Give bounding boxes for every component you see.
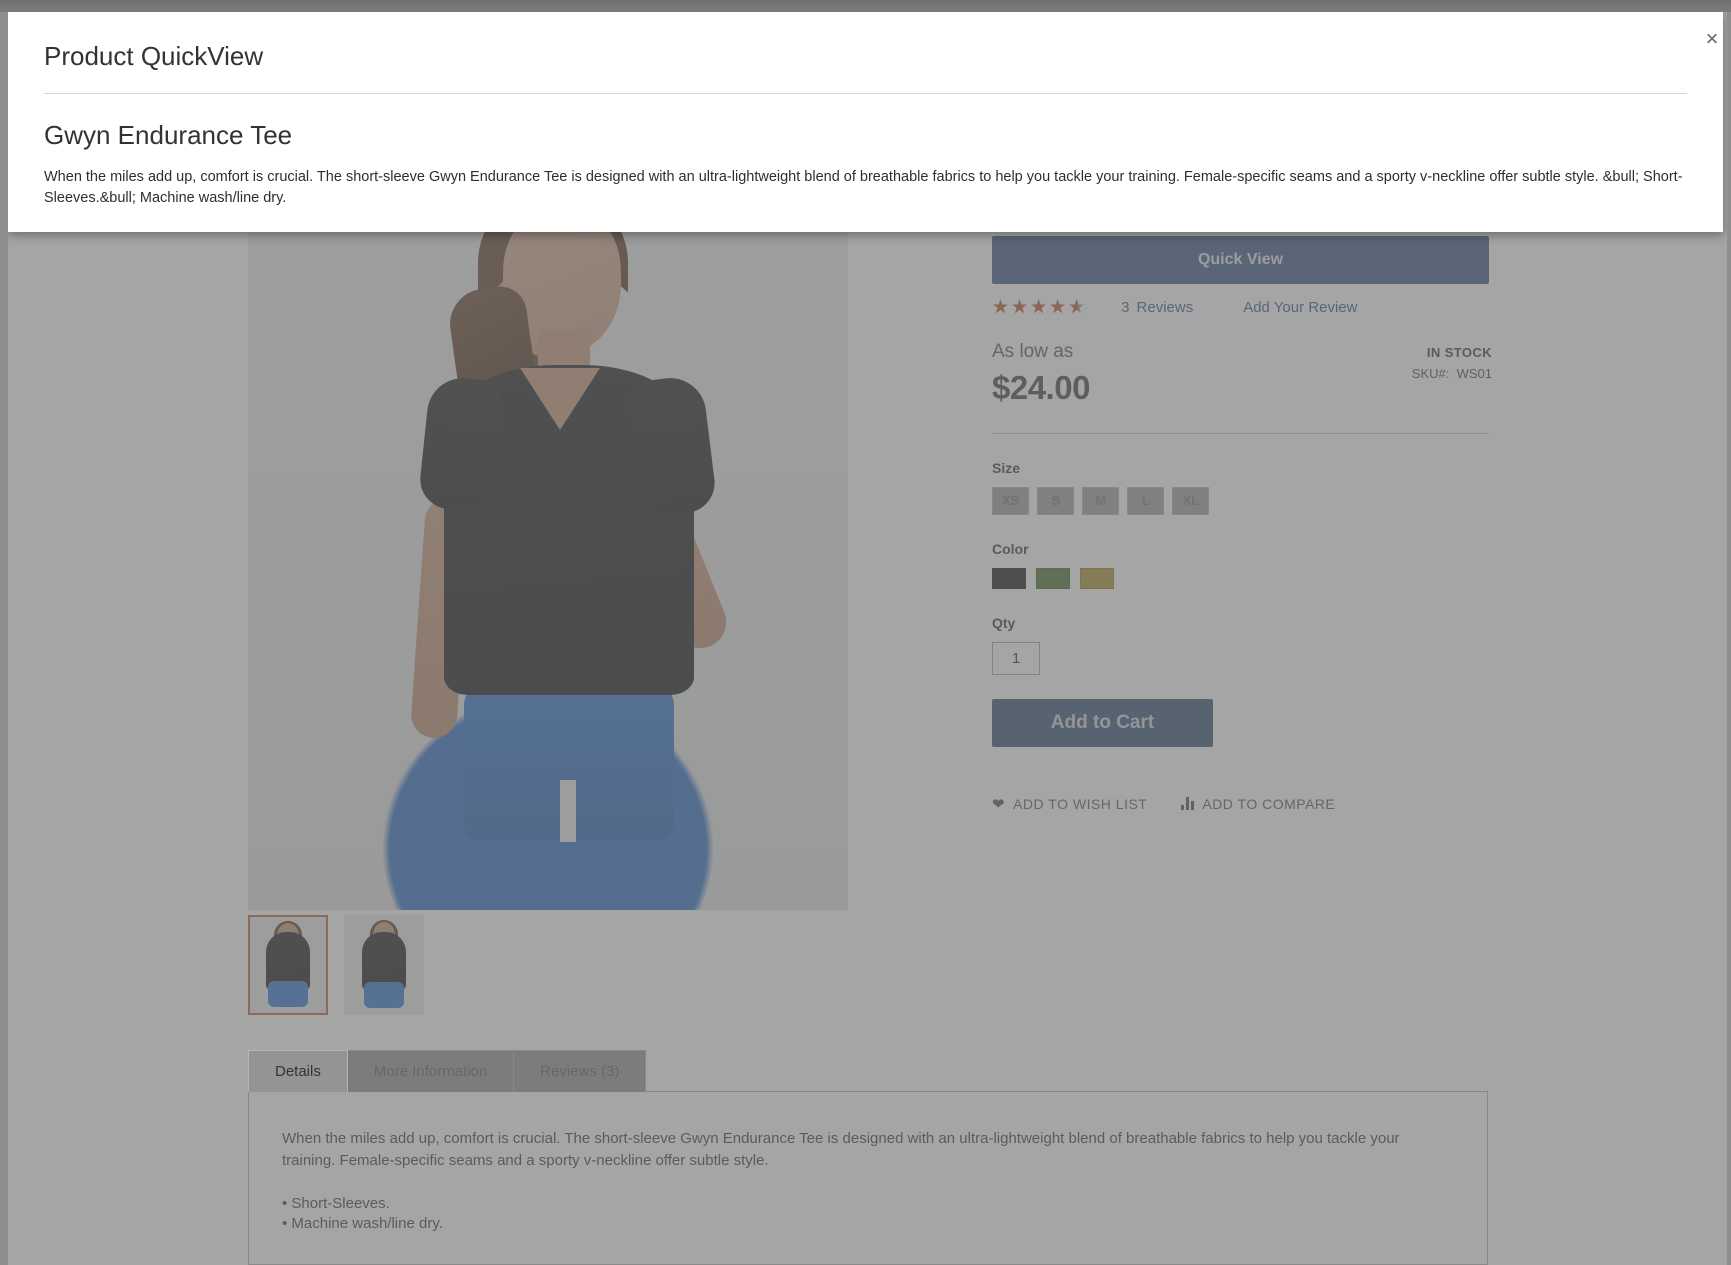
modal-header: Product QuickView × <box>8 12 1723 94</box>
close-icon[interactable]: × <box>1695 22 1729 56</box>
window-top-strip <box>0 0 1731 12</box>
modal-product-name: Gwyn Endurance Tee <box>44 119 293 150</box>
window-left-edge <box>0 12 8 1265</box>
window-right-edge <box>1727 12 1731 1265</box>
modal-title: Product QuickView <box>44 41 264 71</box>
product-quickview-modal: Product QuickView × Gwyn Endurance Tee W… <box>8 12 1723 232</box>
modal-body: Gwyn Endurance Tee When the miles add up… <box>8 94 1723 211</box>
modal-header-divider <box>44 92 1687 94</box>
modal-product-description: When the miles add up, comfort is crucia… <box>44 168 1683 207</box>
tab-details[interactable]: Details <box>248 1050 348 1092</box>
